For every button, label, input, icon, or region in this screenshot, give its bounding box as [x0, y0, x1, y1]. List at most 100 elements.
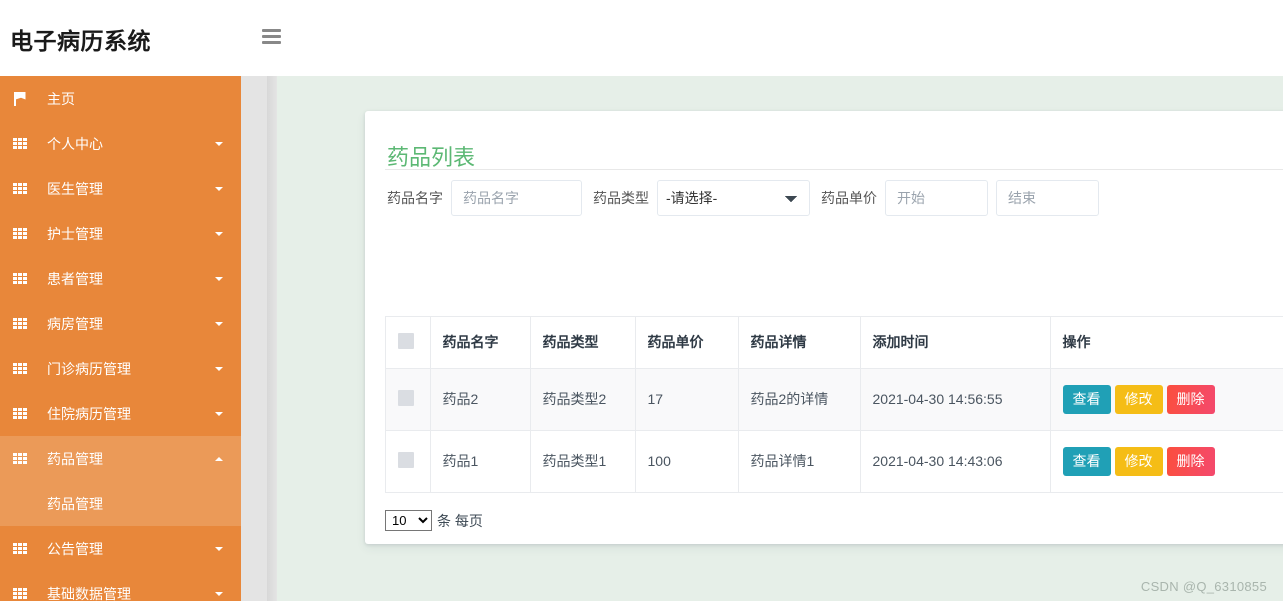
- sidebar-item-label: 护士管理: [47, 225, 103, 242]
- select-all-checkbox[interactable]: [398, 332, 414, 349]
- grid-icon: [8, 391, 32, 436]
- column-header-operations: 操作: [1050, 317, 1283, 369]
- drug-list-card: 药品列表 药品名字 药品类型 -请选择- 药品单价 查询 添加 批量删除: [365, 111, 1283, 544]
- row-action-buttons: 查看 修改 删除: [1062, 446, 1283, 476]
- cell-drug-type: 药品类型1: [530, 430, 636, 493]
- drug-price-start-input[interactable]: [885, 180, 988, 216]
- app-root: 电子病历系统 主页 个人中心 医生管理 护士管理 患者管理 病房管理 门诊病历管…: [0, 0, 1283, 601]
- table-body: 药品2 药品类型2 17 药品2的详情 2021-04-30 14:56:55 …: [386, 368, 1283, 493]
- main-content: 药品列表 药品名字 药品类型 -请选择- 药品单价 查询 添加 批量删除: [241, 76, 1283, 601]
- chevron-down-icon: [215, 321, 223, 326]
- hamburger-bar: [262, 35, 281, 38]
- sidebar-item-ward-management[interactable]: 病房管理: [0, 301, 241, 346]
- row-select-cell: [386, 368, 431, 431]
- drug-type-select[interactable]: -请选择-: [657, 180, 810, 216]
- sidebar-item-drug-management[interactable]: 药品管理: [0, 436, 241, 481]
- table-header-row: 药品名字 药品类型 药品单价 药品详情 添加时间 操作: [386, 317, 1283, 369]
- sidebar-subitem-drug-management[interactable]: 药品管理: [0, 481, 241, 526]
- page-size-select[interactable]: 10: [385, 510, 432, 531]
- sidebar-item-label: 药品管理: [47, 450, 103, 467]
- grid-icon: [8, 526, 32, 571]
- chevron-up-icon: [215, 456, 223, 461]
- table-head: 药品名字 药品类型 药品单价 药品详情 添加时间 操作: [386, 317, 1283, 369]
- drug-table-wrapper: 药品名字 药品类型 药品单价 药品详情 添加时间 操作 药品2 药品类型2 17…: [385, 316, 1283, 493]
- top-bar: 电子病历系统: [0, 0, 1283, 76]
- column-header-type: 药品类型: [530, 317, 636, 369]
- cell-operations: 查看 修改 删除: [1050, 368, 1283, 431]
- sidebar-item-inpatient-record-management[interactable]: 住院病历管理: [0, 391, 241, 436]
- view-button[interactable]: 查看: [1062, 384, 1111, 414]
- chevron-down-icon: [215, 546, 223, 551]
- grid-icon: [8, 301, 32, 346]
- column-header-name: 药品名字: [430, 317, 531, 369]
- watermark-text: CSDN @Q_6310855: [1140, 579, 1267, 594]
- cell-drug-price: 100: [635, 430, 739, 493]
- cell-drug-name: 药品1: [430, 430, 531, 493]
- cell-drug-time: 2021-04-30 14:56:55: [860, 368, 1051, 431]
- sidebar-item-personal-center[interactable]: 个人中心: [0, 121, 241, 166]
- sidebar-item-doctor-management[interactable]: 医生管理: [0, 166, 241, 211]
- delete-button[interactable]: 删除: [1166, 384, 1215, 414]
- filter-bar: 药品名字 药品类型 -请选择- 药品单价: [387, 179, 1099, 217]
- hamburger-bar: [262, 29, 281, 32]
- grid-icon: [8, 211, 32, 256]
- drug-price-end-input[interactable]: [996, 180, 1099, 216]
- edit-button[interactable]: 修改: [1114, 446, 1163, 476]
- table-row: 药品2 药品类型2 17 药品2的详情 2021-04-30 14:56:55 …: [386, 368, 1283, 431]
- sidebar-item-basic-data-management[interactable]: 基础数据管理: [0, 571, 241, 601]
- drug-price-label: 药品单价: [821, 190, 877, 206]
- sidebar-item-home[interactable]: 主页: [0, 76, 241, 121]
- sidebar-item-label: 病房管理: [47, 315, 103, 332]
- hamburger-bar: [262, 41, 281, 44]
- select-all-header: [386, 317, 431, 369]
- grid-icon: [8, 256, 32, 301]
- cell-drug-time: 2021-04-30 14:43:06: [860, 430, 1051, 493]
- edit-button[interactable]: 修改: [1114, 384, 1163, 414]
- drug-table: 药品名字 药品类型 药品单价 药品详情 添加时间 操作 药品2 药品类型2 17…: [386, 317, 1283, 493]
- chevron-down-icon: [215, 366, 223, 371]
- sidebar-item-patient-management[interactable]: 患者管理: [0, 256, 241, 301]
- flag-icon: [8, 76, 32, 121]
- delete-button[interactable]: 删除: [1166, 446, 1215, 476]
- sidebar-item-label: 个人中心: [47, 135, 103, 152]
- hamburger-icon[interactable]: [262, 29, 281, 44]
- sidebar-item-label: 主页: [47, 90, 75, 107]
- title-divider: [385, 169, 1283, 170]
- sidebar-item-outpatient-record-management[interactable]: 门诊病历管理: [0, 346, 241, 391]
- chevron-down-icon: [215, 186, 223, 191]
- sidebar-nav: 主页 个人中心 医生管理 护士管理 患者管理 病房管理 门诊病历管理 住院病历管…: [0, 76, 241, 601]
- row-checkbox[interactable]: [398, 451, 414, 468]
- grid-icon: [8, 436, 32, 481]
- sidebar-submenu-drug-management: 药品管理: [0, 481, 241, 526]
- sidebar-item-nurse-management[interactable]: 护士管理: [0, 211, 241, 256]
- chevron-down-icon: [215, 276, 223, 281]
- column-header-price: 药品单价: [635, 317, 739, 369]
- page-size-label: 条 每页: [437, 512, 483, 529]
- view-button[interactable]: 查看: [1062, 446, 1111, 476]
- content-gutter: [241, 76, 277, 601]
- sidebar-item-label: 门诊病历管理: [47, 360, 131, 377]
- cell-drug-type: 药品类型2: [530, 368, 636, 431]
- drug-name-input[interactable]: [451, 180, 582, 216]
- grid-icon: [8, 346, 32, 391]
- row-action-buttons: 查看 修改 删除: [1062, 384, 1283, 414]
- chevron-down-icon: [215, 141, 223, 146]
- drug-name-label: 药品名字: [387, 190, 443, 206]
- page-size-control: 10 条 每页: [385, 510, 483, 531]
- chevron-down-icon: [215, 411, 223, 416]
- column-header-time: 添加时间: [860, 317, 1051, 369]
- sidebar-item-label: 医生管理: [47, 180, 103, 197]
- cell-drug-name: 药品2: [430, 368, 531, 431]
- grid-icon: [8, 166, 32, 211]
- sidebar-item-announcement-management[interactable]: 公告管理: [0, 526, 241, 571]
- sidebar-item-label: 住院病历管理: [47, 405, 131, 422]
- row-select-cell: [386, 430, 431, 493]
- table-row: 药品1 药品类型1 100 药品详情1 2021-04-30 14:43:06 …: [386, 430, 1283, 493]
- sidebar-item-label: 基础数据管理: [47, 585, 131, 601]
- grid-icon: [8, 121, 32, 166]
- chevron-down-icon: [215, 591, 223, 596]
- cell-operations: 查看 修改 删除: [1050, 430, 1283, 493]
- row-checkbox[interactable]: [398, 389, 414, 406]
- column-header-detail: 药品详情: [738, 317, 861, 369]
- cell-drug-price: 17: [635, 368, 739, 431]
